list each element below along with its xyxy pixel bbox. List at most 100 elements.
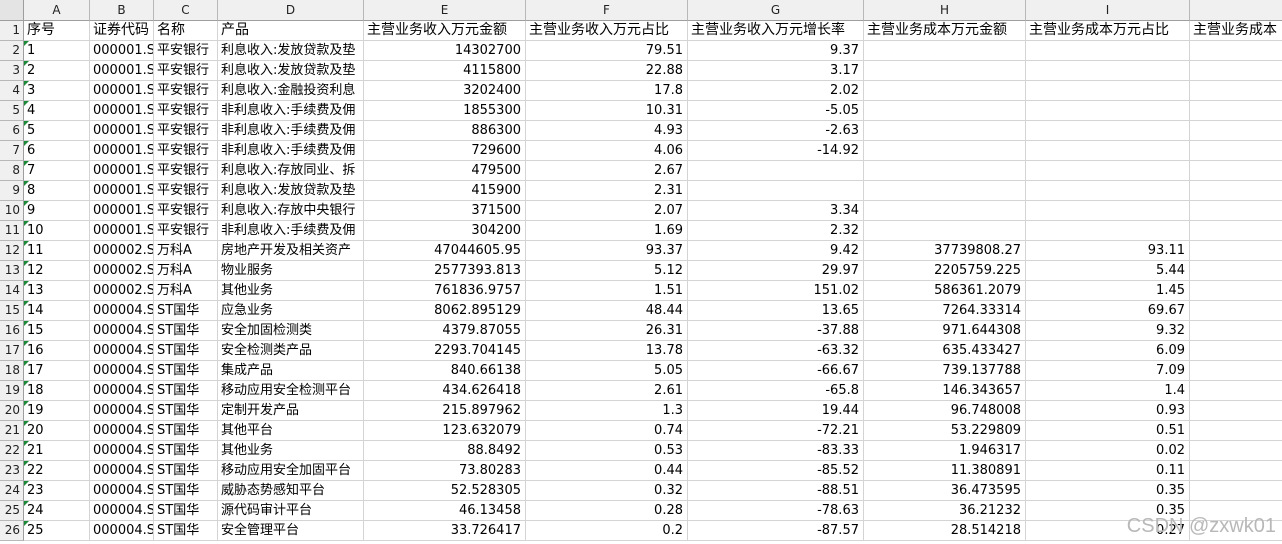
table-cell[interactable]: 96.748008 bbox=[864, 401, 1026, 421]
table-cell[interactable]: 平安银行 bbox=[154, 221, 218, 241]
table-cell[interactable]: -78.63 bbox=[688, 501, 864, 521]
row-header[interactable]: 9 bbox=[0, 181, 24, 201]
table-cell[interactable]: 28.514218 bbox=[864, 521, 1026, 541]
table-cell[interactable]: ST国华 bbox=[154, 441, 218, 461]
table-cell[interactable]: 000001.SZ bbox=[90, 121, 154, 141]
table-cell[interactable]: ST国华 bbox=[154, 321, 218, 341]
table-cell[interactable]: 22.88 bbox=[526, 61, 688, 81]
table-cell[interactable]: 0.44 bbox=[526, 461, 688, 481]
table-cell[interactable] bbox=[1026, 81, 1190, 101]
table-cell[interactable]: 52.528305 bbox=[364, 481, 526, 501]
table-cell[interactable]: 000004.SZ bbox=[90, 381, 154, 401]
table-cell[interactable] bbox=[1190, 301, 1282, 321]
table-cell[interactable]: 其他业务 bbox=[218, 281, 364, 301]
header-cell[interactable]: 名称 bbox=[154, 21, 218, 41]
table-cell[interactable]: 7.09 bbox=[1026, 361, 1190, 381]
table-cell[interactable] bbox=[1190, 441, 1282, 461]
table-cell[interactable] bbox=[864, 61, 1026, 81]
table-cell[interactable]: ST国华 bbox=[154, 461, 218, 481]
table-cell[interactable]: 威胁态势感知平台 bbox=[218, 481, 364, 501]
table-cell[interactable]: 23 bbox=[24, 481, 90, 501]
table-cell[interactable]: 371500 bbox=[364, 201, 526, 221]
table-cell[interactable]: 2.31 bbox=[526, 181, 688, 201]
table-cell[interactable]: 16 bbox=[24, 341, 90, 361]
table-cell[interactable] bbox=[1190, 181, 1282, 201]
table-cell[interactable]: 10 bbox=[24, 221, 90, 241]
table-cell[interactable] bbox=[864, 141, 1026, 161]
column-header-H[interactable]: H bbox=[864, 0, 1026, 21]
table-cell[interactable]: 3 bbox=[24, 81, 90, 101]
table-cell[interactable]: 2 bbox=[24, 61, 90, 81]
table-cell[interactable]: 4115800 bbox=[364, 61, 526, 81]
table-cell[interactable]: ST国华 bbox=[154, 481, 218, 501]
table-cell[interactable] bbox=[1190, 41, 1282, 61]
table-cell[interactable] bbox=[1190, 341, 1282, 361]
table-cell[interactable]: 20 bbox=[24, 421, 90, 441]
table-cell[interactable]: 9.37 bbox=[688, 41, 864, 61]
table-cell[interactable]: 215.897962 bbox=[364, 401, 526, 421]
table-cell[interactable]: 3202400 bbox=[364, 81, 526, 101]
table-cell[interactable]: 9 bbox=[24, 201, 90, 221]
table-cell[interactable] bbox=[1026, 141, 1190, 161]
table-cell[interactable]: 000004.SZ bbox=[90, 481, 154, 501]
table-cell[interactable]: 5 bbox=[24, 121, 90, 141]
table-cell[interactable]: ST国华 bbox=[154, 381, 218, 401]
table-cell[interactable]: 000001.SZ bbox=[90, 201, 154, 221]
table-cell[interactable] bbox=[688, 181, 864, 201]
table-cell[interactable]: 5.05 bbox=[526, 361, 688, 381]
table-cell[interactable]: 0.51 bbox=[1026, 421, 1190, 441]
table-cell[interactable]: 万科A bbox=[154, 281, 218, 301]
table-cell[interactable]: 5.12 bbox=[526, 261, 688, 281]
header-cell[interactable]: 主营业务收入万元增长率 bbox=[688, 21, 864, 41]
table-cell[interactable]: 移动应用安全加固平台 bbox=[218, 461, 364, 481]
table-cell[interactable]: 000004.SZ bbox=[90, 301, 154, 321]
table-cell[interactable]: 利息收入:存放同业、拆 bbox=[218, 161, 364, 181]
table-cell[interactable]: 9.42 bbox=[688, 241, 864, 261]
table-cell[interactable]: 000001.SZ bbox=[90, 141, 154, 161]
row-header[interactable]: 21 bbox=[0, 421, 24, 441]
table-cell[interactable]: 0.02 bbox=[1026, 441, 1190, 461]
table-cell[interactable]: 415900 bbox=[364, 181, 526, 201]
table-cell[interactable] bbox=[1190, 241, 1282, 261]
table-cell[interactable]: 0.2 bbox=[526, 521, 688, 541]
table-cell[interactable] bbox=[864, 101, 1026, 121]
table-cell[interactable] bbox=[1190, 281, 1282, 301]
table-cell[interactable]: 000002.SZ bbox=[90, 241, 154, 261]
table-cell[interactable]: 971.644308 bbox=[864, 321, 1026, 341]
table-cell[interactable]: 利息收入:发放贷款及垫 bbox=[218, 181, 364, 201]
table-cell[interactable]: 平安银行 bbox=[154, 141, 218, 161]
table-cell[interactable]: 22 bbox=[24, 461, 90, 481]
column-header-next[interactable] bbox=[1190, 0, 1282, 21]
table-cell[interactable]: 2.02 bbox=[688, 81, 864, 101]
table-cell[interactable]: 2.32 bbox=[688, 221, 864, 241]
table-cell[interactable]: 0.93 bbox=[1026, 401, 1190, 421]
table-cell[interactable] bbox=[1026, 201, 1190, 221]
table-cell[interactable]: 源代码审计平台 bbox=[218, 501, 364, 521]
table-cell[interactable]: 3.17 bbox=[688, 61, 864, 81]
table-cell[interactable]: 0.35 bbox=[1026, 481, 1190, 501]
row-header[interactable]: 22 bbox=[0, 441, 24, 461]
table-cell[interactable]: 0.74 bbox=[526, 421, 688, 441]
table-cell[interactable]: 000001.SZ bbox=[90, 41, 154, 61]
table-cell[interactable] bbox=[864, 121, 1026, 141]
table-cell[interactable]: 非利息收入:手续费及佣 bbox=[218, 221, 364, 241]
table-cell[interactable]: 定制开发产品 bbox=[218, 401, 364, 421]
row-header[interactable]: 8 bbox=[0, 161, 24, 181]
table-cell[interactable]: -65.8 bbox=[688, 381, 864, 401]
table-cell[interactable]: 000001.SZ bbox=[90, 101, 154, 121]
header-cell[interactable]: 主营业务收入万元占比 bbox=[526, 21, 688, 41]
table-cell[interactable]: 安全检测类产品 bbox=[218, 341, 364, 361]
table-cell[interactable]: 平安银行 bbox=[154, 61, 218, 81]
table-cell[interactable]: 14 bbox=[24, 301, 90, 321]
table-cell[interactable] bbox=[1026, 61, 1190, 81]
row-header[interactable]: 19 bbox=[0, 381, 24, 401]
table-cell[interactable]: -85.52 bbox=[688, 461, 864, 481]
table-cell[interactable] bbox=[864, 181, 1026, 201]
table-cell[interactable]: 729600 bbox=[364, 141, 526, 161]
table-cell[interactable] bbox=[1190, 221, 1282, 241]
table-cell[interactable]: 93.11 bbox=[1026, 241, 1190, 261]
table-cell[interactable]: 36.473595 bbox=[864, 481, 1026, 501]
table-cell[interactable]: 17 bbox=[24, 361, 90, 381]
table-cell[interactable]: 10.31 bbox=[526, 101, 688, 121]
row-header[interactable]: 18 bbox=[0, 361, 24, 381]
